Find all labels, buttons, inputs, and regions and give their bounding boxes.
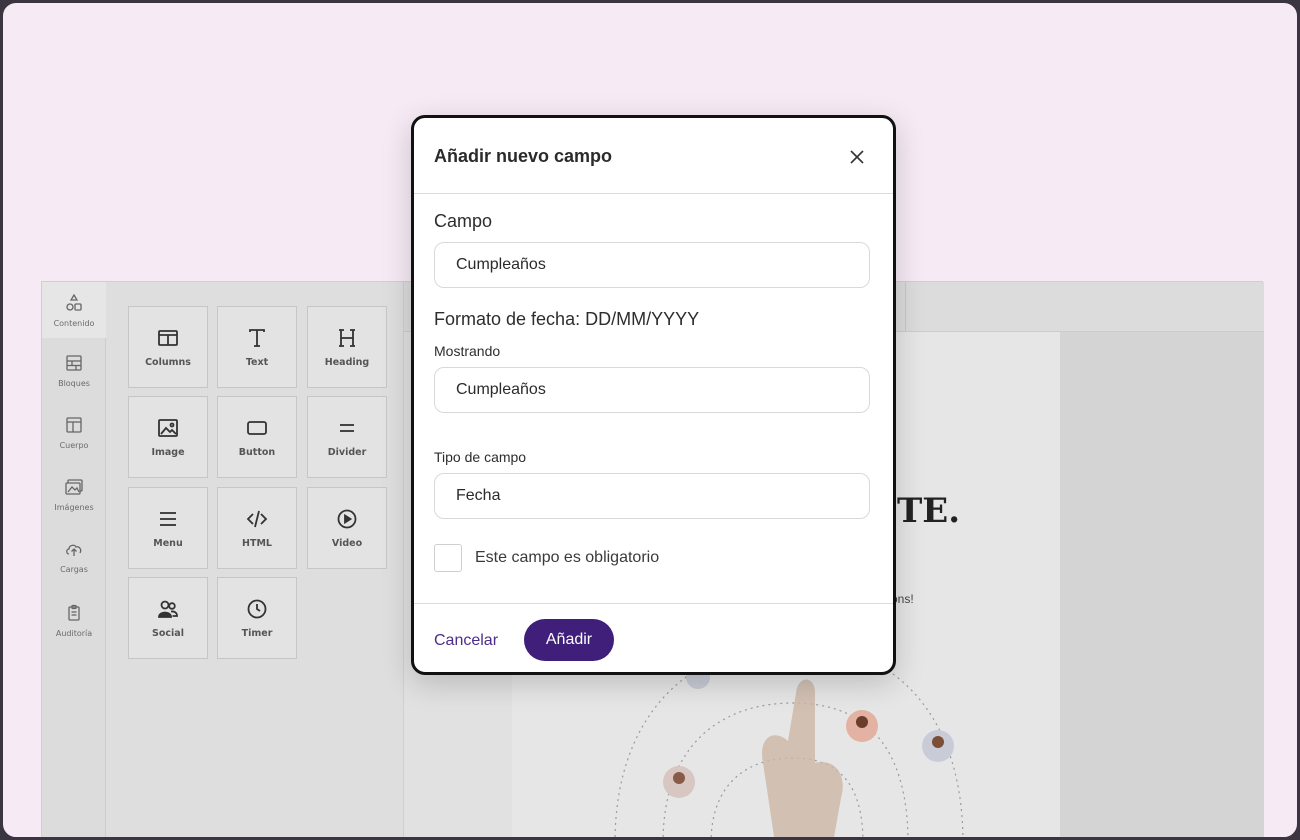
add-field-dialog: Añadir nuevo campo Campo Formato de fech…: [411, 115, 896, 675]
dialog-footer: Cancelar Añadir: [414, 603, 893, 675]
field-type-select[interactable]: [434, 473, 870, 519]
app-frame: Contenido Bloques Cuerpo Imágenes Cargas…: [0, 0, 1300, 840]
field-section-label: Campo: [434, 211, 493, 231]
hand-illustration: [762, 679, 843, 837]
required-checkbox[interactable]: [434, 544, 462, 572]
close-button[interactable]: [846, 146, 868, 168]
close-icon: [850, 150, 864, 164]
display-label: Mostrando: [434, 343, 501, 359]
canvas-heading-fragment: TE.: [897, 491, 961, 531]
date-format-label: Formato de fecha: DD/MM/YYYY: [434, 309, 700, 329]
required-checkbox-label: Este campo es obligatorio: [475, 549, 660, 566]
dialog-title: Añadir nuevo campo: [434, 146, 613, 166]
field-type-label: Tipo de campo: [434, 449, 527, 465]
field-name-input[interactable]: [434, 242, 870, 288]
display-name-input[interactable]: [434, 367, 870, 413]
cancel-button[interactable]: Cancelar: [434, 632, 498, 650]
dialog-header: Añadir nuevo campo: [414, 118, 893, 194]
add-button[interactable]: Añadir: [524, 619, 614, 661]
